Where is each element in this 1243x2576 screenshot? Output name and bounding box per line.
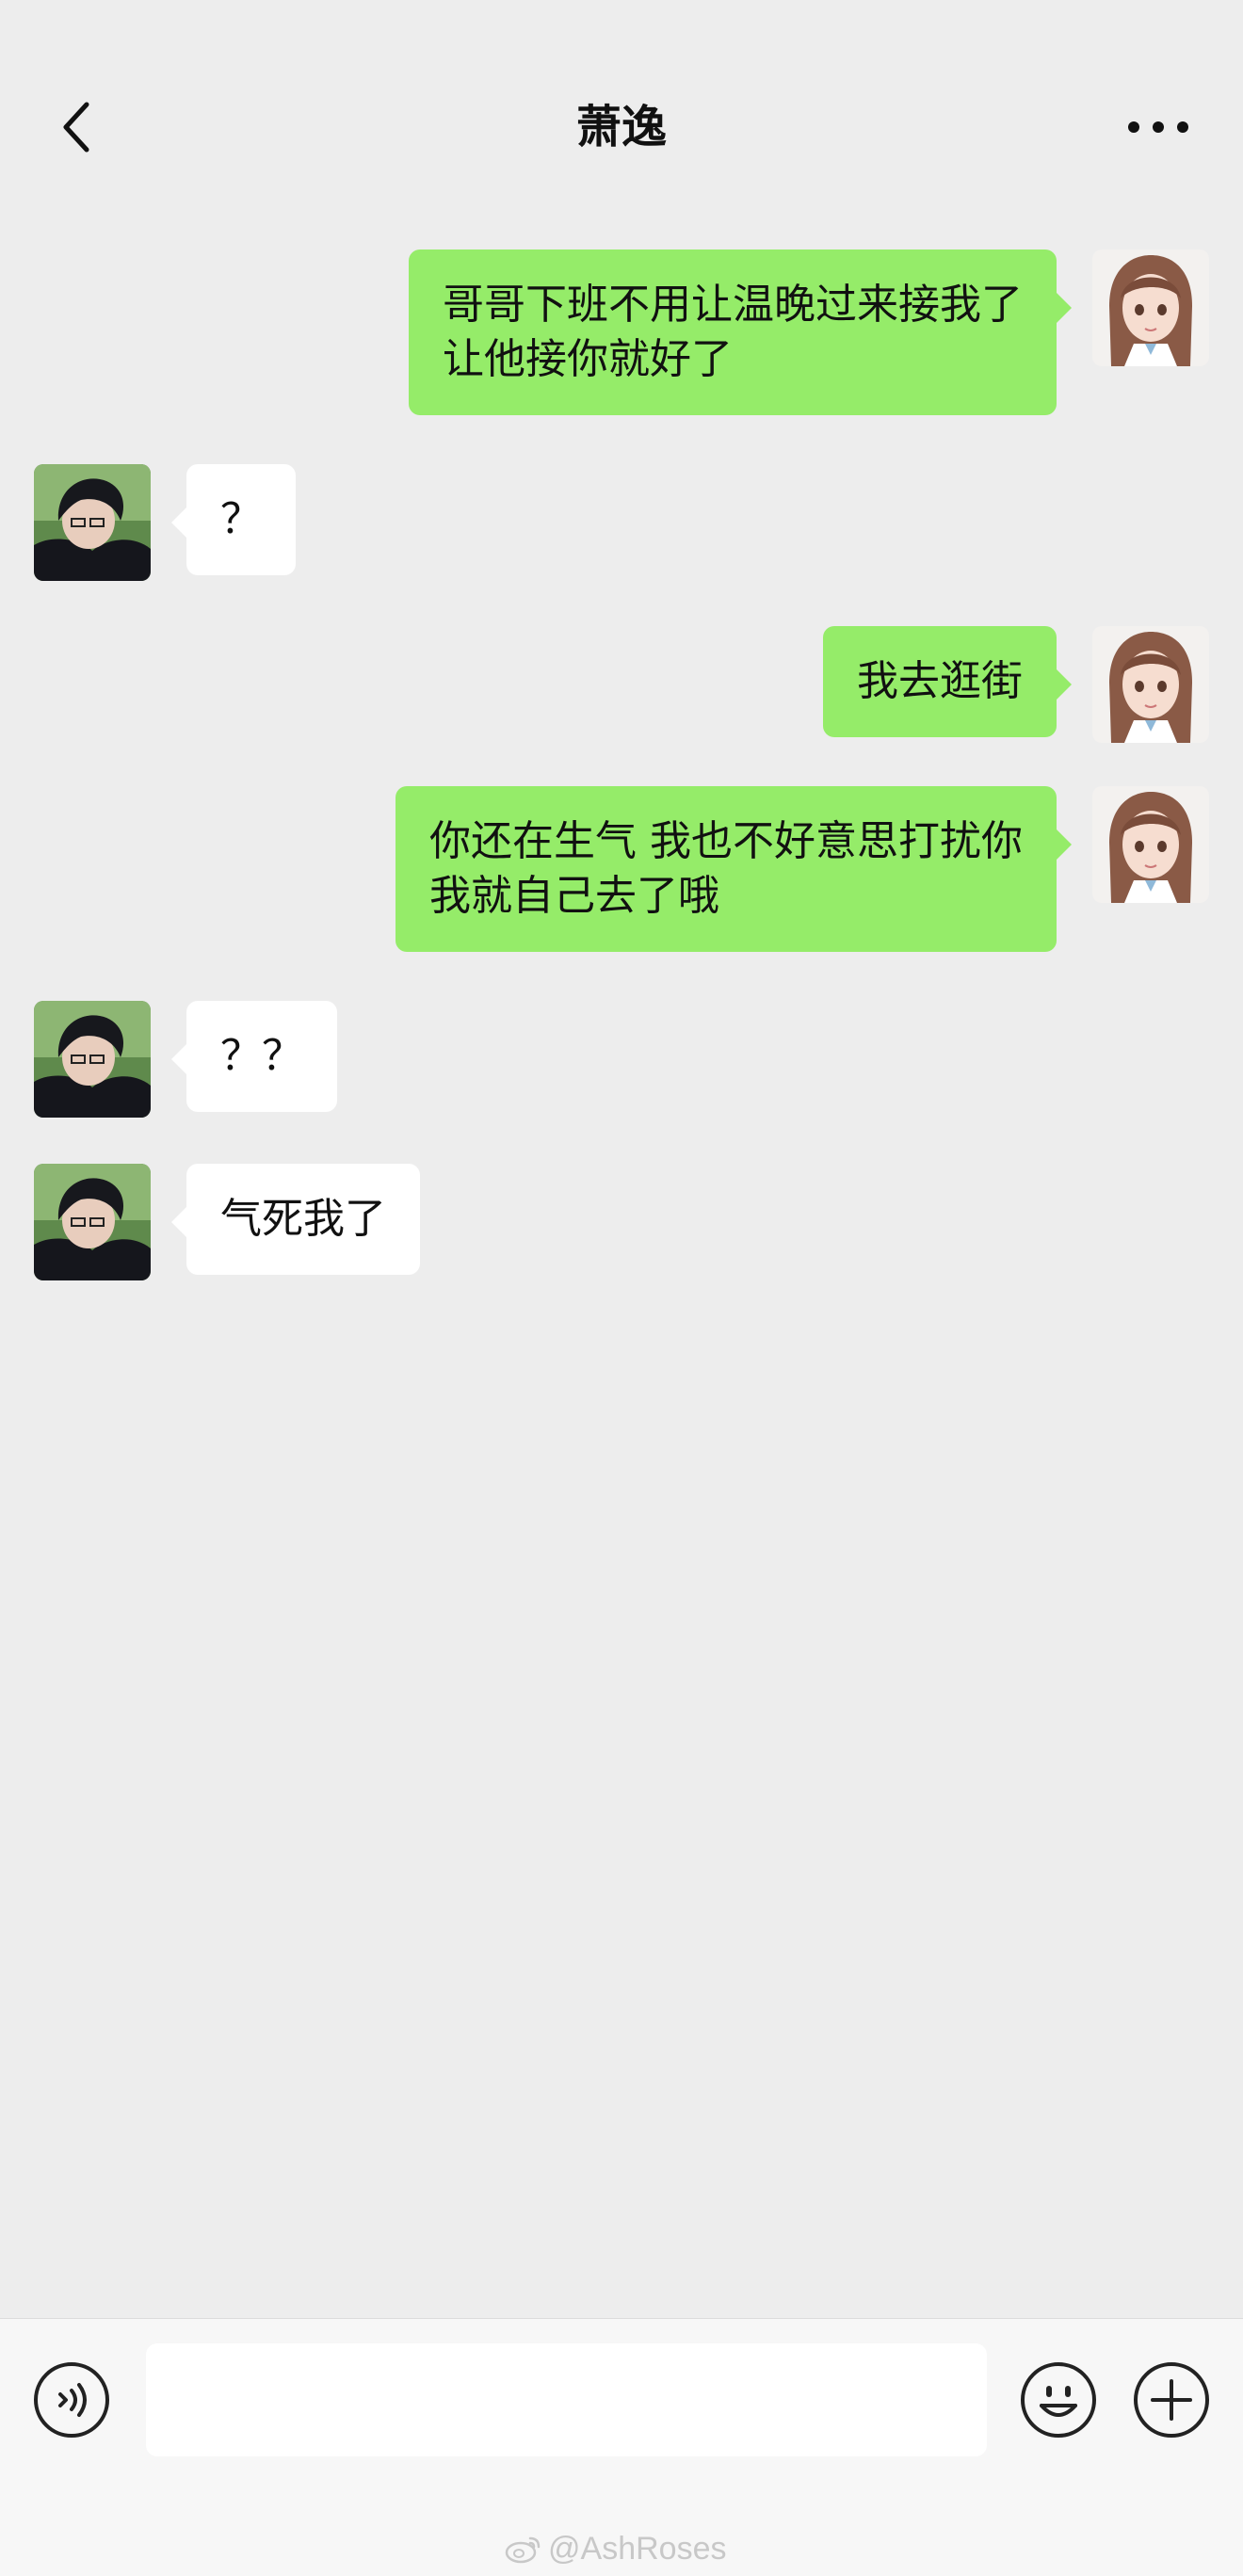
- input-bar: @AshRoses: [0, 2318, 1243, 2576]
- more-functions-button[interactable]: [1132, 2360, 1211, 2439]
- plus-icon: [1134, 2362, 1209, 2438]
- voice-icon: [34, 2362, 109, 2438]
- received-message-bubble[interactable]: 气死我了: [171, 1164, 420, 1275]
- boy-avatar-image: [34, 464, 151, 581]
- girl-avatar-image: [1092, 786, 1209, 903]
- girl-avatar-image: [1092, 626, 1209, 743]
- watermark: @AshRoses: [505, 2528, 726, 2569]
- contact-avatar[interactable]: [34, 464, 151, 581]
- my-avatar[interactable]: [1092, 250, 1209, 366]
- sent-message-bubble[interactable]: 哥哥下班不用让温晚过来接我了 让他接你就好了: [409, 250, 1072, 415]
- more-dots-icon: [1128, 121, 1188, 133]
- contact-name-title: 萧逸: [575, 101, 667, 153]
- message-input[interactable]: [146, 2343, 987, 2456]
- weibo-icon: [505, 2536, 541, 2564]
- more-button[interactable]: [1121, 108, 1196, 146]
- boy-avatar-image: [34, 1164, 151, 1280]
- chat-header: 萧逸: [0, 0, 1243, 188]
- sent-message-bubble[interactable]: 我去逛街: [823, 626, 1072, 737]
- received-message-bubble[interactable]: ？: [171, 464, 296, 575]
- boy-avatar-image: [34, 1001, 151, 1118]
- emoji-button[interactable]: [1019, 2360, 1098, 2439]
- my-avatar[interactable]: [1092, 626, 1209, 743]
- contact-avatar[interactable]: [34, 1164, 151, 1280]
- message-list[interactable]: 哥哥下班不用让温晚过来接我了 让他接你就好了 ？ 我去逛街 你还在生气 我也不好…: [0, 188, 1243, 2316]
- sent-message-bubble[interactable]: 你还在生气 我也不好意思打扰你 我就自己去了哦: [396, 786, 1072, 952]
- voice-button[interactable]: [32, 2360, 111, 2439]
- girl-avatar-image: [1092, 250, 1209, 366]
- watermark-text: @AshRoses: [548, 2530, 727, 2567]
- my-avatar[interactable]: [1092, 786, 1209, 903]
- received-message-bubble[interactable]: ？？: [171, 1001, 337, 1112]
- contact-avatar[interactable]: [34, 1001, 151, 1118]
- emoji-icon: [1021, 2362, 1096, 2438]
